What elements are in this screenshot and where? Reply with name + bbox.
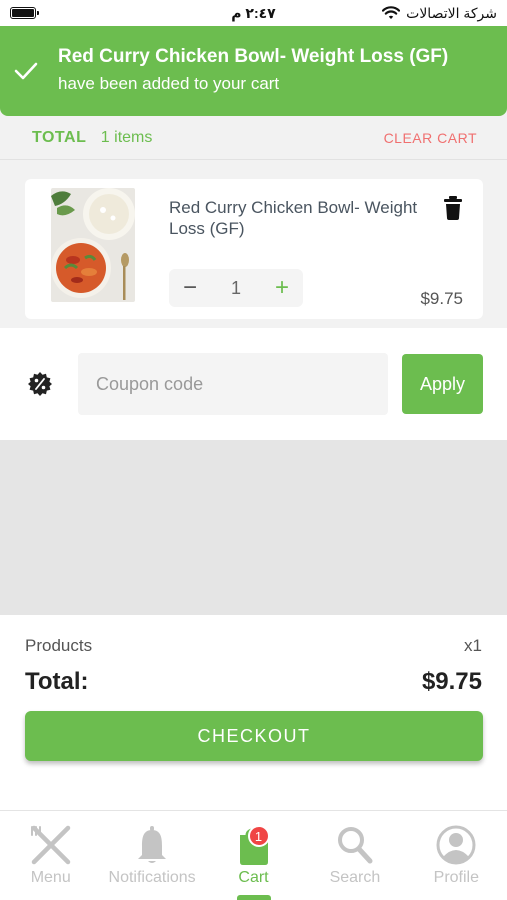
products-label: Products xyxy=(25,636,93,655)
battery-icon xyxy=(10,7,39,19)
tab-cart[interactable]: 1 Cart xyxy=(203,811,304,900)
bottom-tab-bar: Menu Notifications 1 Cart Search Profile xyxy=(0,810,507,900)
wifi-icon xyxy=(382,6,401,19)
toast-title: Red Curry Chicken Bowl- Weight Loss (GF) xyxy=(58,46,449,67)
utensils-icon xyxy=(30,825,70,865)
tab-label: Search xyxy=(329,869,381,886)
tab-search[interactable]: Search xyxy=(304,811,405,900)
increment-button[interactable]: + xyxy=(275,276,289,300)
quantity-stepper: − 1 + xyxy=(169,269,303,307)
tab-profile[interactable]: Profile xyxy=(406,811,507,900)
products-count: x1 xyxy=(464,636,482,655)
status-right: شركة الاتصالات xyxy=(382,5,497,22)
tab-notifications[interactable]: Notifications xyxy=(101,811,202,900)
cart-count-badge: 1 xyxy=(247,825,270,847)
status-time: ٢:٤٧ م xyxy=(231,4,276,21)
tab-label: Notifications xyxy=(108,869,196,886)
tab-label: Menu xyxy=(30,869,71,886)
added-to-cart-toast[interactable]: Red Curry Chicken Bowl- Weight Loss (GF)… xyxy=(0,26,507,116)
tab-menu[interactable]: Menu xyxy=(0,811,101,900)
cart-item-card: Red Curry Chicken Bowl- Weight Loss (GF)… xyxy=(25,179,483,319)
coupon-section: Apply xyxy=(0,328,507,440)
toast-text: Red Curry Chicken Bowl- Weight Loss (GF)… xyxy=(58,44,448,98)
checkout-button[interactable]: CHECKOUT xyxy=(25,711,483,761)
apply-coupon-button[interactable]: Apply xyxy=(402,354,483,414)
products-row: Products x1 xyxy=(25,636,482,656)
bell-icon xyxy=(138,826,167,863)
status-left xyxy=(10,7,39,19)
tab-label: Cart xyxy=(238,869,269,886)
total-value: $9.75 xyxy=(421,668,482,695)
cart-total-row: TOTAL 1 items CLEAR CART xyxy=(0,116,507,160)
item-price: $9.75 xyxy=(420,289,463,308)
tab-label: Profile xyxy=(433,869,479,886)
search-icon xyxy=(337,827,373,864)
check-icon xyxy=(14,61,42,81)
empty-area xyxy=(0,440,507,615)
total-row: Total: $9.75 xyxy=(25,668,482,696)
items-count: 1 items xyxy=(100,128,153,146)
coupon-code-input[interactable] xyxy=(78,353,388,415)
total-label: TOTAL xyxy=(32,128,87,146)
user-icon xyxy=(436,825,476,865)
decrement-button[interactable]: − xyxy=(183,276,197,300)
toast-subtitle: have been added to your cart xyxy=(58,74,280,93)
status-bar: ٢:٤٧ م شركة الاتصالات xyxy=(0,0,507,26)
discount-badge-icon xyxy=(28,372,52,401)
trash-icon[interactable] xyxy=(443,196,463,225)
item-name[interactable]: Red Curry Chicken Bowl- Weight Loss (GF) xyxy=(169,197,439,239)
quantity-value: 1 xyxy=(230,277,241,298)
active-tab-indicator xyxy=(236,895,271,900)
carrier-name: شركة الاتصالات xyxy=(406,4,497,21)
order-summary: Products x1 Total: $9.75 CHECKOUT xyxy=(0,615,507,810)
clear-cart-button[interactable]: CLEAR CART xyxy=(384,130,477,146)
cart-total: TOTAL 1 items xyxy=(32,129,152,147)
item-image xyxy=(51,188,135,302)
total-label: Total: xyxy=(25,668,89,695)
